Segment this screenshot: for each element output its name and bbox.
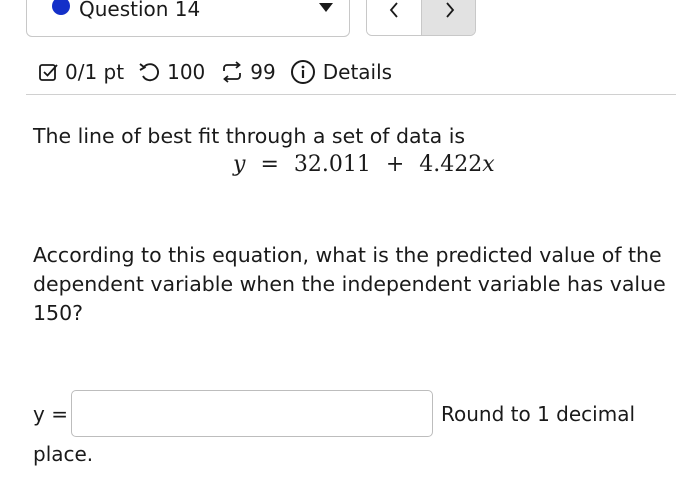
question-status-dot [52, 0, 70, 15]
submissions-count: 99 [250, 60, 276, 84]
question-meta: 0/1 pt 100 99 Details [38, 56, 392, 88]
chevron-left-icon [389, 2, 398, 18]
divider [26, 94, 676, 95]
answer-label: y = [33, 402, 68, 426]
equation-equals: = [260, 152, 279, 177]
equation-plus: + [385, 152, 405, 177]
chevron-right-icon [445, 2, 454, 18]
info-icon[interactable] [290, 59, 316, 85]
next-question-button[interactable] [421, 0, 475, 35]
equation-lhs: y [233, 152, 246, 177]
question-selector[interactable]: Question 14 [26, 0, 350, 37]
details-link[interactable]: Details [323, 60, 392, 84]
answer-input[interactable] [71, 390, 433, 437]
retry-icon [138, 61, 162, 83]
retries-count: 100 [167, 60, 206, 84]
equation-variable: x [482, 152, 495, 177]
equation-slope: 4.422 [419, 152, 483, 177]
previous-question-button[interactable] [367, 0, 421, 35]
equation-intercept: 32.011 [293, 152, 371, 177]
regression-equation: y = 32.011 + 4.422x [233, 152, 495, 177]
submissions-icon [219, 60, 245, 84]
rounding-instruction-cont: place. [33, 442, 94, 466]
problem-question: According to this equation, what is the … [33, 243, 666, 325]
checkbox-icon [38, 61, 60, 83]
rounding-instruction: Round to 1 decimal [441, 402, 636, 426]
question-selector-label: Question 14 [79, 0, 201, 21]
question-page: Question 14 0/1 pt 100 99 Details The li… [0, 0, 700, 493]
caret-down-icon [319, 3, 333, 12]
problem-intro: The line of best fit through a set of da… [33, 124, 466, 148]
question-nav [366, 0, 476, 36]
score-text: 0/1 pt [65, 60, 125, 84]
